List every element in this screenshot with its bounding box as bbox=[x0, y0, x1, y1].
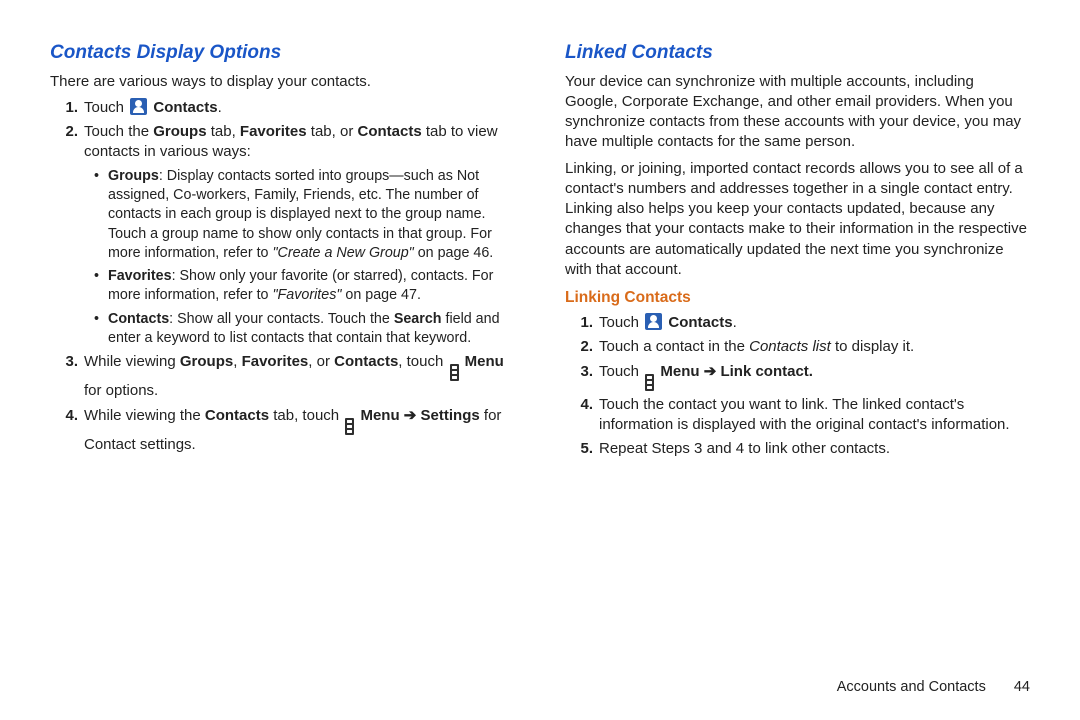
step-4: 4. While viewing the Contacts tab, touch… bbox=[50, 406, 515, 455]
link-step-1: 1. Touch Contacts. bbox=[565, 313, 1030, 333]
menu-icon bbox=[450, 364, 459, 381]
menu-icon bbox=[645, 374, 654, 391]
right-column: Linked Contacts Your device can synchron… bbox=[565, 40, 1030, 463]
page-number: 44 bbox=[1014, 679, 1030, 695]
contacts-label: Contacts bbox=[153, 99, 217, 116]
linked-paragraph-1: Your device can synchronize with multipl… bbox=[565, 72, 1030, 153]
link-step-5: 5. Repeat Steps 3 and 4 to link other co… bbox=[565, 439, 1030, 459]
footer-label: Accounts and Contacts bbox=[837, 679, 986, 695]
tab-descriptions: Groups: Display contacts sorted into gro… bbox=[94, 167, 515, 349]
step-2: 2. Touch the Groups tab, Favorites tab, … bbox=[50, 122, 515, 348]
menu-icon bbox=[345, 418, 354, 435]
heading-linked-contacts: Linked Contacts bbox=[565, 40, 1030, 66]
left-column: Contacts Display Options There are vario… bbox=[50, 40, 515, 463]
contacts-icon bbox=[645, 313, 662, 330]
linked-paragraph-2: Linking, or joining, imported contact re… bbox=[565, 159, 1030, 281]
page-footer: Accounts and Contacts 44 bbox=[837, 678, 1030, 698]
bullet-contacts: Contacts: Show all your contacts. Touch … bbox=[94, 310, 515, 349]
linking-steps: 1. Touch Contacts. 2. Touch a contact in… bbox=[565, 313, 1030, 459]
bullet-favorites: Favorites: Show only your favorite (or s… bbox=[94, 267, 515, 306]
display-options-steps: 1. Touch Contacts. 2. Touch the Groups t… bbox=[50, 98, 515, 455]
subheading-linking-contacts: Linking Contacts bbox=[565, 288, 1030, 309]
step-3: 3. While viewing Groups, Favorites, or C… bbox=[50, 352, 515, 401]
bullet-groups: Groups: Display contacts sorted into gro… bbox=[94, 167, 515, 263]
link-step-2: 2. Touch a contact in the Contacts list … bbox=[565, 337, 1030, 357]
contacts-icon bbox=[130, 98, 147, 115]
step-1: 1. Touch Contacts. bbox=[50, 98, 515, 118]
link-step-3: 3. Touch Menu ➔ Link contact. bbox=[565, 362, 1030, 391]
link-step-4: 4. Touch the contact you want to link. T… bbox=[565, 395, 1030, 436]
intro-text: There are various ways to display your c… bbox=[50, 72, 515, 92]
heading-contacts-display-options: Contacts Display Options bbox=[50, 40, 515, 66]
